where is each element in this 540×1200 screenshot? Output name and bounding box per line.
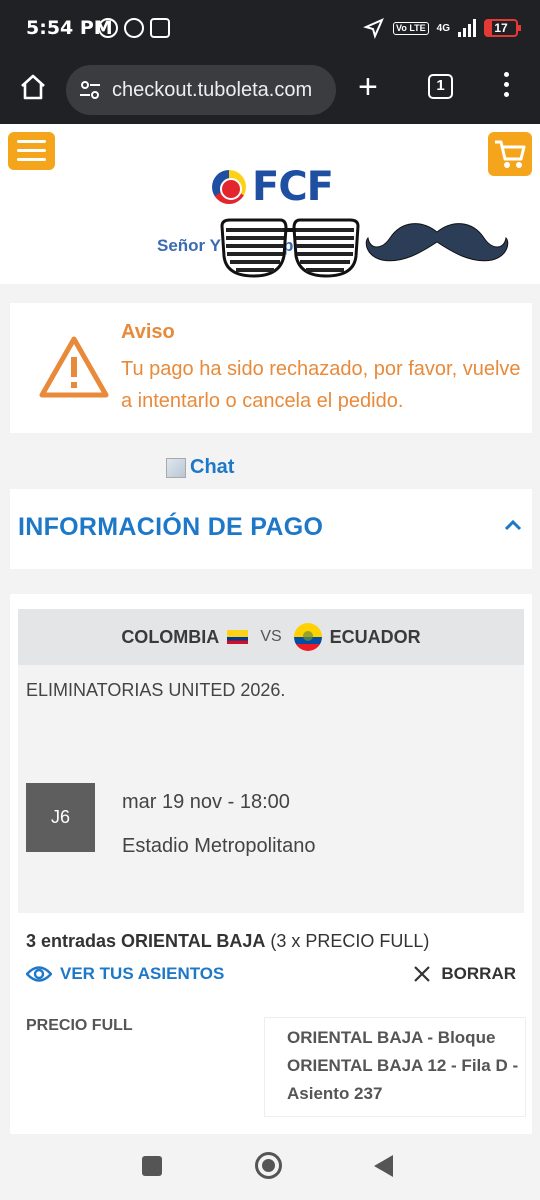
volte-icon: Vo LTE bbox=[392, 21, 429, 35]
browser-chrome: 5:54 PM Vo LTE 4G 17 checkout.tuboleta.c… bbox=[0, 0, 540, 124]
colombia-flag-icon bbox=[227, 630, 249, 644]
close-icon bbox=[414, 966, 431, 982]
section-title: INFORMACIÓN DE PAGO bbox=[18, 513, 324, 541]
event-venue: Estadio Metropolitano bbox=[122, 835, 316, 857]
broken-image-icon bbox=[166, 457, 186, 478]
site-settings-icon[interactable] bbox=[80, 81, 100, 99]
tab-switcher-button[interactable]: 1 bbox=[428, 74, 453, 99]
warning-icon bbox=[39, 336, 109, 398]
cart-icon bbox=[495, 140, 526, 168]
network-type: 4G bbox=[436, 22, 450, 34]
logo-text: FCF bbox=[252, 164, 334, 210]
alarm-icon bbox=[98, 18, 118, 38]
status-bar: 5:54 PM Vo LTE 4G 17 bbox=[0, 0, 540, 58]
home-button[interactable] bbox=[255, 1152, 282, 1179]
payment-rejected-notice: Aviso Tu pago ha sido rechazado, por fav… bbox=[10, 303, 532, 433]
eye-icon bbox=[26, 966, 52, 982]
mustache-sticker bbox=[365, 223, 509, 262]
address-bar[interactable]: checkout.tuboleta.com bbox=[66, 65, 336, 115]
tournament-name: ELIMINATORIAS UNITED 2026. bbox=[26, 680, 286, 700]
ticket-summary: 3 entradas ORIENTAL BAJA (3 x PRECIO FUL… bbox=[26, 931, 429, 952]
battery-icon: 17 bbox=[484, 19, 521, 37]
chat-alt-text: Chat bbox=[190, 456, 235, 478]
signal-icon bbox=[458, 19, 476, 37]
chat-widget[interactable]: Chat bbox=[166, 456, 234, 479]
whatsapp-icon bbox=[124, 18, 144, 38]
status-right: Vo LTE 4G 17 bbox=[363, 17, 521, 39]
cart-button[interactable] bbox=[488, 132, 532, 176]
shutter-glasses-sticker bbox=[220, 218, 360, 278]
home-icon[interactable] bbox=[18, 72, 48, 102]
browser-menu-icon[interactable] bbox=[502, 72, 510, 102]
event-date: mar 19 nov - 18:00 bbox=[122, 791, 290, 813]
new-tab-button[interactable]: + bbox=[358, 70, 378, 104]
recents-button[interactable] bbox=[142, 1156, 162, 1176]
delete-button[interactable]: BORRAR bbox=[413, 964, 516, 984]
vs-label: VS bbox=[260, 628, 282, 645]
fcf-logo[interactable]: FCF bbox=[212, 164, 334, 210]
notice-title: Aviso bbox=[121, 321, 175, 343]
url-text: checkout.tuboleta.com bbox=[112, 79, 313, 101]
payment-info-header[interactable]: INFORMACIÓN DE PAGO bbox=[10, 489, 532, 569]
home-team: COLOMBIA bbox=[121, 626, 220, 647]
notice-message: Tu pago ha sido rechazado, por favor, vu… bbox=[121, 358, 521, 412]
system-nav-bar bbox=[0, 1134, 540, 1200]
browser-toolbar: checkout.tuboleta.com + 1 bbox=[0, 58, 540, 124]
app-notification-icon bbox=[150, 18, 170, 38]
ecuador-flag-icon bbox=[293, 623, 322, 651]
event-details: ELIMINATORIAS UNITED 2026. J6 mar 19 nov… bbox=[18, 665, 524, 913]
seat-info: ORIENTAL BAJA - Bloque ORIENTAL BAJA 12 … bbox=[264, 1017, 526, 1117]
away-team: ECUADOR bbox=[329, 626, 421, 647]
chevron-up-icon[interactable] bbox=[504, 519, 522, 531]
site-header: FCF Señor Y ej M Zapata bbox=[0, 124, 540, 284]
matchday-badge: J6 bbox=[26, 783, 95, 852]
fcf-ball-icon bbox=[212, 170, 246, 204]
ticket-count: 3 entradas ORIENTAL BAJA bbox=[26, 931, 266, 951]
see-seats-label: VER TUS ASIENTOS bbox=[60, 964, 225, 983]
match-header: COLOMBIA VS ECUADOR bbox=[18, 609, 524, 665]
order-card: COLOMBIA VS ECUADOR ELIMINATORIAS UNITED… bbox=[10, 594, 532, 1134]
delete-label: BORRAR bbox=[441, 964, 516, 983]
ticket-pricing: (3 x PRECIO FULL) bbox=[265, 931, 430, 951]
location-icon bbox=[363, 18, 384, 39]
see-seats-link[interactable]: VER TUS ASIENTOS bbox=[26, 964, 224, 984]
hamburger-menu-button[interactable] bbox=[8, 132, 55, 170]
notification-icons bbox=[98, 18, 170, 38]
back-button[interactable] bbox=[374, 1155, 393, 1177]
price-type: PRECIO FULL bbox=[26, 1017, 133, 1034]
